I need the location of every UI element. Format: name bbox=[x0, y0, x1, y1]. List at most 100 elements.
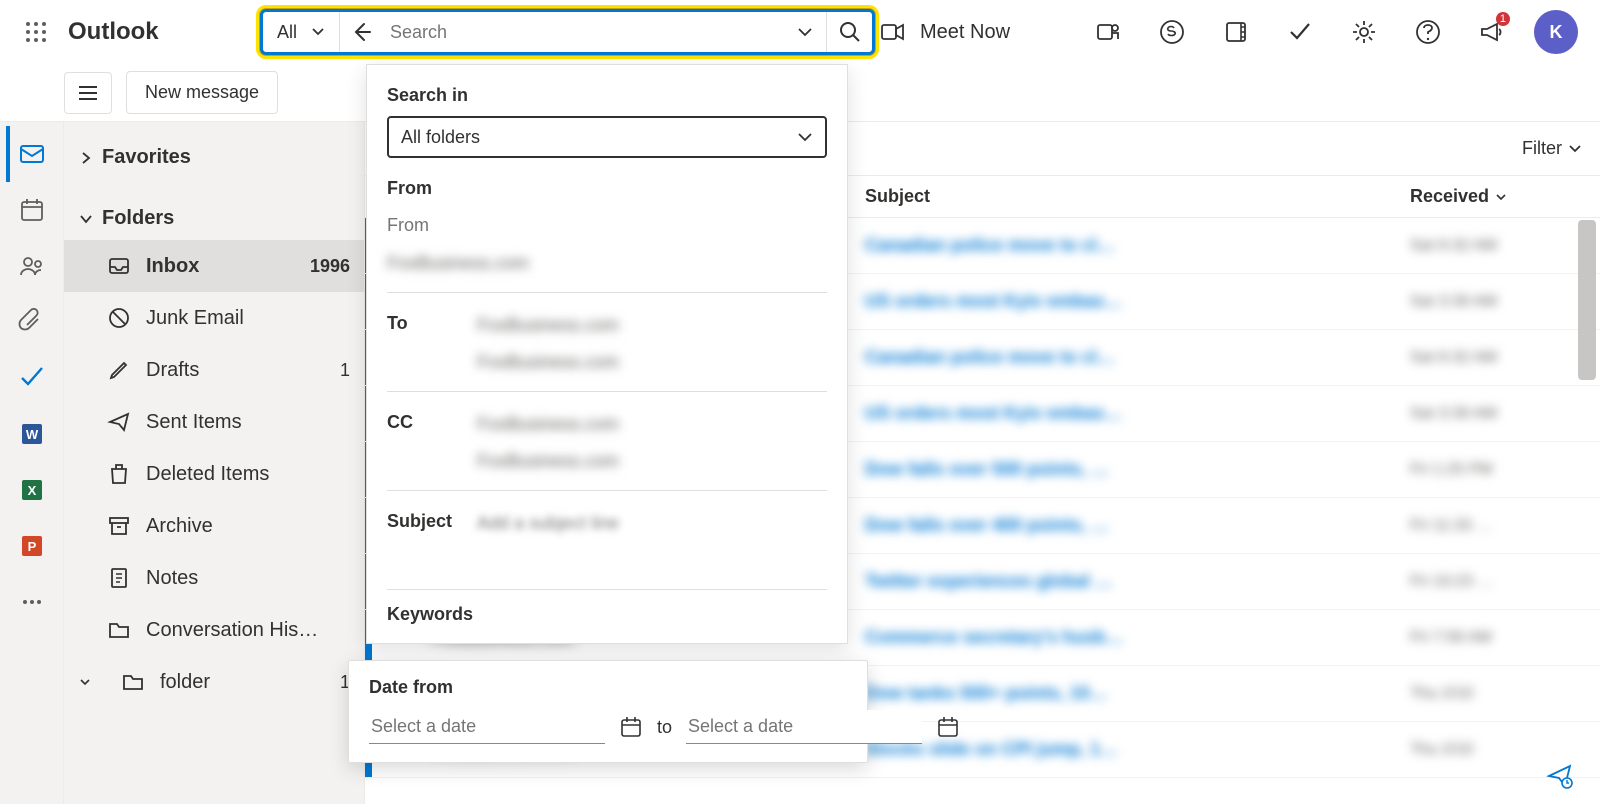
todo-button[interactable] bbox=[1268, 0, 1332, 64]
rail-excel[interactable]: X bbox=[8, 462, 56, 518]
folder-item-sent-items[interactable]: Sent Items bbox=[64, 396, 364, 448]
app-header: Outlook All Meet Now bbox=[0, 0, 1600, 64]
search-folder-value: All folders bbox=[401, 127, 480, 148]
video-icon bbox=[880, 19, 906, 45]
help-button[interactable] bbox=[1396, 0, 1460, 64]
search-from-input[interactable] bbox=[387, 207, 827, 245]
search-to-suggestion[interactable] bbox=[477, 344, 827, 381]
search-to-input[interactable] bbox=[477, 307, 827, 344]
folder-count: 1996 bbox=[310, 256, 350, 277]
word-icon: W bbox=[18, 420, 46, 448]
new-message-button[interactable]: New message bbox=[126, 71, 278, 114]
folder-label: Conversation His… bbox=[146, 619, 350, 642]
search-filters-toggle[interactable] bbox=[784, 12, 826, 52]
filter-button[interactable]: Filter bbox=[1522, 138, 1582, 159]
send-clock-icon bbox=[1546, 762, 1574, 790]
notification-badge: 1 bbox=[1496, 12, 1510, 26]
folder-item-inbox[interactable]: Inbox 1996 bbox=[64, 240, 364, 292]
message-received: Sat 6:32 AM bbox=[1410, 237, 1600, 255]
search-cc-suggestion[interactable] bbox=[477, 443, 827, 480]
message-received: Fri 11:33 … bbox=[1410, 517, 1600, 535]
date-from-input[interactable] bbox=[369, 710, 605, 744]
search-submit-button[interactable] bbox=[826, 12, 872, 52]
skype-button[interactable] bbox=[1140, 0, 1204, 64]
search-from-label: From bbox=[387, 178, 827, 199]
search-subject-input[interactable] bbox=[477, 505, 827, 542]
col-subject[interactable]: Subject bbox=[865, 186, 1410, 207]
search-scope-dropdown[interactable]: All bbox=[263, 12, 340, 52]
folder-item-junk-email[interactable]: Junk Email bbox=[64, 292, 364, 344]
message-subject: Twitter experiences global … bbox=[865, 571, 1410, 592]
search-back-button[interactable] bbox=[340, 12, 382, 52]
archive-icon bbox=[106, 514, 132, 538]
rail-calendar[interactable] bbox=[8, 182, 56, 238]
rail-todo[interactable] bbox=[8, 350, 56, 406]
powerpoint-icon: P bbox=[18, 532, 46, 560]
search-to-label: To bbox=[387, 307, 461, 334]
col-received[interactable]: Received bbox=[1410, 186, 1600, 207]
scrollbar[interactable] bbox=[1578, 220, 1596, 380]
svg-text:W: W bbox=[25, 427, 38, 442]
calendar-icon bbox=[619, 715, 643, 739]
search-bar: All bbox=[260, 9, 875, 55]
gear-icon bbox=[1351, 19, 1377, 45]
header-icon-group: 1 K bbox=[1076, 0, 1588, 64]
message-subject: Dow falls over 400 points, … bbox=[865, 515, 1410, 536]
sent-icon bbox=[106, 410, 132, 434]
folders-section[interactable]: Folders bbox=[64, 197, 364, 240]
app-rail: W X P bbox=[0, 122, 64, 804]
onenote-button[interactable] bbox=[1204, 0, 1268, 64]
notifications-button[interactable]: 1 bbox=[1460, 0, 1524, 64]
folder-label: Drafts bbox=[146, 359, 326, 382]
folder-item-archive[interactable]: Archive bbox=[64, 500, 364, 552]
settings-button[interactable] bbox=[1332, 0, 1396, 64]
folder-item-deleted-items[interactable]: Deleted Items bbox=[64, 448, 364, 500]
send-later-button[interactable] bbox=[1546, 762, 1574, 790]
chevron-down-icon bbox=[797, 129, 813, 145]
message-subject: Canadian police move to cl… bbox=[865, 235, 1410, 256]
rail-powerpoint[interactable]: P bbox=[8, 518, 56, 574]
people-icon bbox=[18, 252, 46, 280]
folder-item-folder[interactable]: folder1 bbox=[64, 656, 364, 708]
message-received: Sat 3:39 AM bbox=[1410, 405, 1600, 423]
folder-item-notes[interactable]: Notes bbox=[64, 552, 364, 604]
rail-more[interactable] bbox=[8, 574, 56, 630]
date-to-input[interactable] bbox=[686, 710, 922, 744]
folder-item-drafts[interactable]: Drafts1 bbox=[64, 344, 364, 396]
brand-title: Outlook bbox=[68, 18, 159, 46]
message-received: Fri 7:56 AM bbox=[1410, 629, 1600, 647]
teams-icon bbox=[1095, 19, 1121, 45]
search-subject-label: Subject bbox=[387, 505, 461, 532]
divider bbox=[387, 292, 827, 293]
meet-now-button[interactable]: Meet Now bbox=[880, 19, 1010, 45]
folders-label: Folders bbox=[102, 207, 174, 230]
rail-mail[interactable] bbox=[6, 126, 54, 182]
search-folder-select[interactable]: All folders bbox=[387, 116, 827, 158]
folder-label: Inbox bbox=[146, 255, 296, 278]
account-button[interactable]: K bbox=[1524, 0, 1588, 64]
date-to-picker[interactable] bbox=[936, 715, 960, 739]
folder-item-conversation-his-[interactable]: Conversation His… bbox=[64, 604, 364, 656]
rail-files[interactable] bbox=[8, 294, 56, 350]
rail-word[interactable]: W bbox=[8, 406, 56, 462]
folder-label: Deleted Items bbox=[146, 463, 350, 486]
folder-icon bbox=[120, 670, 146, 694]
search-scope-label: All bbox=[277, 22, 297, 43]
nav-toggle-button[interactable] bbox=[64, 72, 112, 114]
hamburger-icon bbox=[77, 82, 99, 104]
search-subject-suggestion[interactable] bbox=[477, 542, 827, 579]
search-from-suggestion[interactable] bbox=[387, 245, 827, 282]
favorites-section[interactable]: Favorites bbox=[64, 136, 364, 179]
search-input[interactable] bbox=[382, 22, 784, 43]
teams-button[interactable] bbox=[1076, 0, 1140, 64]
waffle-icon bbox=[24, 20, 48, 44]
divider bbox=[387, 589, 827, 590]
rail-people[interactable] bbox=[8, 238, 56, 294]
checkmark-icon bbox=[1287, 19, 1313, 45]
folder-label: Sent Items bbox=[146, 411, 350, 434]
search-cc-input[interactable] bbox=[477, 406, 827, 443]
message-subject: US orders most Kyiv embas… bbox=[865, 403, 1410, 424]
svg-text:P: P bbox=[27, 539, 36, 554]
app-launcher-button[interactable] bbox=[12, 8, 60, 56]
date-from-picker[interactable] bbox=[619, 715, 643, 739]
